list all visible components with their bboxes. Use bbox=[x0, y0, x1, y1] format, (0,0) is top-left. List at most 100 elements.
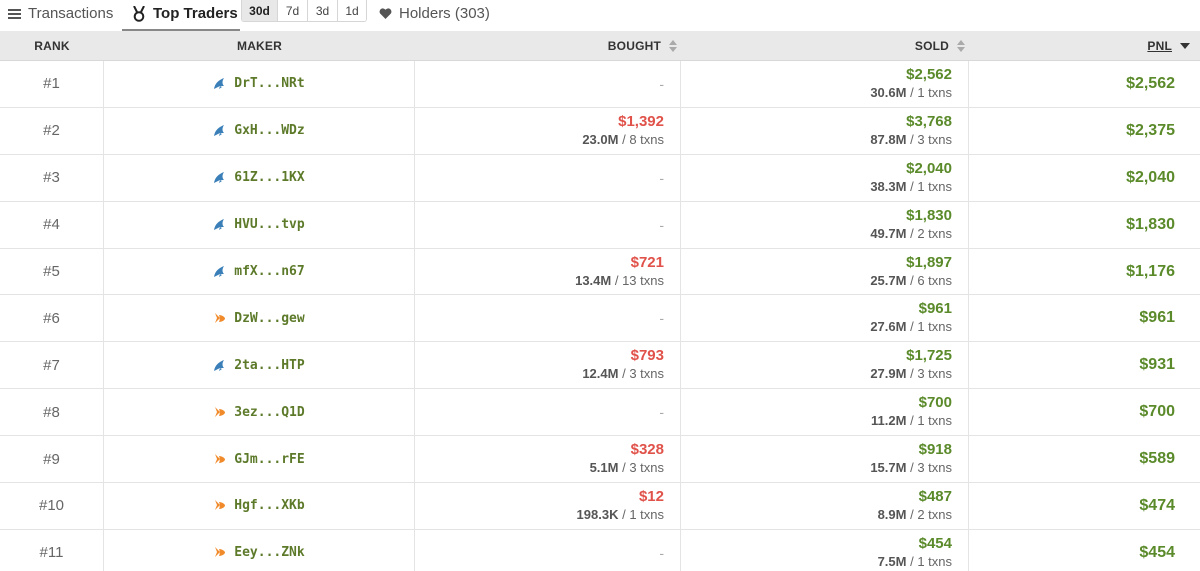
pnl-cell: $2,040 bbox=[969, 155, 1200, 201]
maker-cell[interactable]: DrT...NRt bbox=[104, 61, 415, 107]
table-row[interactable]: #7 2ta...HTP $793 12.4M / 3 txns $1,725 … bbox=[0, 342, 1200, 390]
sold-txns: 1 txns bbox=[917, 84, 952, 100]
pnl-cell: $474 bbox=[969, 483, 1200, 529]
fish-icon bbox=[213, 312, 226, 325]
maker-address-link[interactable]: Eey...ZNk bbox=[234, 545, 304, 560]
table-row[interactable]: #3 61Z...1KX - $2,040 38.3M / 1 txns $2,… bbox=[0, 154, 1200, 202]
bought-cell: - bbox=[415, 389, 681, 436]
sold-txns: 2 txns bbox=[917, 225, 952, 241]
maker-cell[interactable]: mfX...n67 bbox=[104, 248, 415, 295]
pnl-cell: $931 bbox=[969, 342, 1200, 388]
range-30d-button[interactable]: 30d bbox=[242, 0, 278, 21]
rank-cell: #5 bbox=[0, 248, 104, 295]
sold-tokens: 7.5M bbox=[877, 553, 907, 569]
column-sold[interactable]: SOLD bbox=[681, 31, 969, 61]
rank-cell: #11 bbox=[0, 529, 104, 571]
table-row[interactable]: #6 DzW...gew - $961 27.6M / 1 txns $961 bbox=[0, 295, 1200, 343]
column-bought[interactable]: BOUGHT bbox=[415, 31, 681, 61]
sort-desc-icon[interactable] bbox=[1180, 43, 1190, 49]
pnl-amount: $589 bbox=[1139, 450, 1175, 468]
column-pnl[interactable]: PNL bbox=[969, 31, 1200, 61]
maker-address-link[interactable]: GxH...WDz bbox=[234, 123, 304, 138]
sold-detail: 27.9M / 3 txns bbox=[870, 366, 952, 382]
sort-icon[interactable] bbox=[957, 40, 965, 52]
pnl-amount: $961 bbox=[1139, 309, 1175, 327]
sold-cell: $454 7.5M / 1 txns bbox=[681, 529, 969, 571]
maker-cell[interactable]: 3ez...Q1D bbox=[104, 389, 415, 436]
pnl-cell: $1,176 bbox=[969, 249, 1200, 295]
table-row[interactable]: #10 Hgf...XKb $12 198.3K / 1 txns $487 8… bbox=[0, 483, 1200, 530]
tab-top-traders[interactable]: Top Traders bbox=[122, 0, 247, 29]
range-7d-button[interactable]: 7d bbox=[278, 0, 308, 21]
sold-tokens: 30.6M bbox=[870, 84, 907, 100]
bought-cell: - bbox=[415, 295, 681, 342]
table-row[interactable]: #1 DrT...NRt - $2,562 30.6M / 1 txns $2,… bbox=[0, 61, 1200, 108]
rank-cell: #7 bbox=[0, 342, 104, 389]
whale-icon bbox=[213, 359, 226, 372]
bought-detail: 12.4M / 3 txns bbox=[582, 366, 664, 382]
maker-address-link[interactable]: Hgf...XKb bbox=[234, 498, 304, 513]
sold-cell: $700 11.2M / 1 txns bbox=[681, 389, 969, 436]
rank-cell: #1 bbox=[0, 61, 104, 107]
maker-address-link[interactable]: DrT...NRt bbox=[234, 76, 304, 91]
tab-holders[interactable]: Holders (303) bbox=[377, 0, 490, 29]
table-row[interactable]: #11 Eey...ZNk - $454 7.5M / 1 txns $454 bbox=[0, 529, 1200, 571]
sold-amount: $2,040 bbox=[906, 159, 952, 177]
whale-icon bbox=[213, 77, 226, 90]
bought-cell: $12 198.3K / 1 txns bbox=[415, 483, 681, 529]
sold-amount: $1,725 bbox=[906, 347, 952, 365]
range-3d-button[interactable]: 3d bbox=[308, 0, 338, 21]
maker-address-link[interactable]: mfX...n67 bbox=[234, 264, 304, 279]
table-row[interactable]: #9 GJm...rFE $328 5.1M / 3 txns $918 15.… bbox=[0, 436, 1200, 484]
sold-detail: 8.9M / 2 txns bbox=[877, 506, 952, 522]
maker-cell[interactable]: 61Z...1KX bbox=[104, 154, 415, 201]
maker-cell[interactable]: DzW...gew bbox=[104, 295, 415, 342]
empty-dash: - bbox=[659, 404, 664, 421]
sold-amount: $487 bbox=[918, 487, 952, 505]
bought-cell: - bbox=[415, 154, 681, 201]
column-maker: MAKER bbox=[237, 39, 282, 53]
maker-cell[interactable]: 2ta...HTP bbox=[104, 342, 415, 389]
fish-icon bbox=[213, 499, 226, 512]
sold-detail: 25.7M / 6 txns bbox=[870, 272, 952, 288]
pnl-cell: $2,375 bbox=[969, 108, 1200, 154]
maker-address-link[interactable]: HVU...tvp bbox=[234, 217, 304, 232]
maker-address-link[interactable]: 3ez...Q1D bbox=[234, 405, 304, 420]
pnl-cell: $1,830 bbox=[969, 202, 1200, 248]
column-pnl-label: PNL bbox=[1147, 39, 1172, 53]
tab-transactions[interactable]: Transactions bbox=[6, 0, 113, 29]
sort-icon[interactable] bbox=[669, 40, 677, 52]
sold-cell: $1,725 27.9M / 3 txns bbox=[681, 342, 969, 389]
table-row[interactable]: #8 3ez...Q1D - $700 11.2M / 1 txns $700 bbox=[0, 389, 1200, 437]
sold-amount: $1,830 bbox=[906, 206, 952, 224]
maker-cell[interactable]: Hgf...XKb bbox=[104, 483, 415, 529]
bought-cell: $721 13.4M / 13 txns bbox=[415, 248, 681, 295]
maker-address-link[interactable]: 2ta...HTP bbox=[234, 358, 304, 373]
sold-txns: 3 txns bbox=[917, 460, 952, 476]
pnl-amount: $700 bbox=[1139, 403, 1175, 421]
sold-detail: 11.2M / 1 txns bbox=[871, 413, 952, 429]
medal-icon bbox=[131, 5, 147, 22]
sold-cell: $1,830 49.7M / 2 txns bbox=[681, 201, 969, 248]
maker-address-link[interactable]: DzW...gew bbox=[234, 311, 304, 326]
time-range-selector: 30d 7d 3d 1d bbox=[241, 0, 367, 22]
maker-cell[interactable]: GxH...WDz bbox=[104, 107, 415, 154]
pnl-amount: $931 bbox=[1139, 356, 1175, 374]
bought-txns: 3 txns bbox=[629, 460, 664, 476]
table-header: RANK MAKER BOUGHT SOLD PNL bbox=[0, 31, 1200, 61]
maker-address-link[interactable]: 61Z...1KX bbox=[234, 170, 304, 185]
sold-tokens: 49.7M bbox=[870, 225, 907, 241]
bought-amount: $1,392 bbox=[618, 112, 664, 130]
bought-cell: $328 5.1M / 3 txns bbox=[415, 436, 681, 483]
maker-cell[interactable]: Eey...ZNk bbox=[104, 529, 415, 571]
range-1d-button[interactable]: 1d bbox=[338, 0, 366, 21]
table-row[interactable]: #4 HVU...tvp - $1,830 49.7M / 2 txns $1,… bbox=[0, 201, 1200, 249]
table-row[interactable]: #5 mfX...n67 $721 13.4M / 13 txns $1,897… bbox=[0, 248, 1200, 296]
bought-detail: 5.1M / 3 txns bbox=[589, 460, 664, 476]
maker-address-link[interactable]: GJm...rFE bbox=[234, 452, 304, 467]
bought-detail: 23.0M / 8 txns bbox=[582, 131, 664, 147]
maker-cell[interactable]: HVU...tvp bbox=[104, 201, 415, 248]
maker-cell[interactable]: GJm...rFE bbox=[104, 436, 415, 483]
table-row[interactable]: #2 GxH...WDz $1,392 23.0M / 8 txns $3,76… bbox=[0, 107, 1200, 155]
pnl-cell: $454 bbox=[969, 530, 1200, 571]
